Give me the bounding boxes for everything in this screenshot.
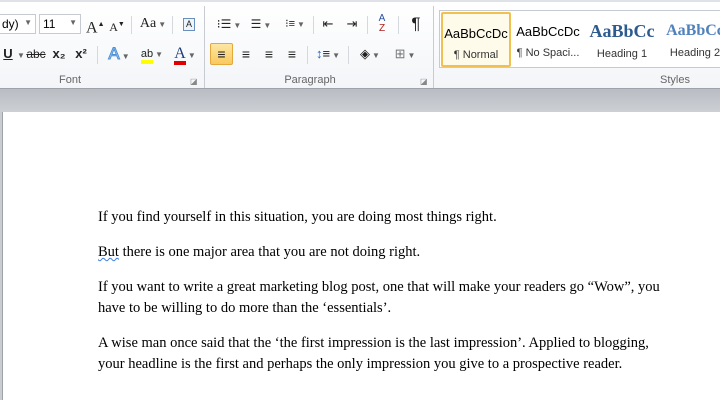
style-no-spacing[interactable]: AaBbCcDc ¶ No Spaci...: [513, 12, 583, 67]
underline-dropdown[interactable]: ▼: [15, 44, 25, 66]
ribbon: dy) ▼ 11 ▼ A▲ A▼ Aa ▼ A U ▼ abc x₂ x² A ▼ ab…: [0, 0, 720, 89]
style-heading-1[interactable]: AaBbCc Heading 1: [587, 12, 657, 67]
eraser-icon: A: [182, 18, 195, 31]
increase-indent-button[interactable]: ⇥: [342, 14, 362, 36]
ruler-gap: [0, 89, 720, 112]
bullet-list-icon: ⁝☰: [216, 17, 232, 31]
paragraph-text: there is one major area that you are not…: [122, 244, 421, 260]
decrease-indent-button[interactable]: ⇤: [318, 14, 338, 36]
paragraph-line: have to be willing to do more than the ‘…: [98, 300, 392, 316]
justify-icon: ≡: [287, 46, 297, 62]
paint-bucket-icon: ◈: [360, 46, 371, 61]
shading-button[interactable]: ◈ ▼: [355, 44, 385, 66]
font-name-value: dy): [2, 17, 19, 31]
increase-indent-icon: ⇥: [346, 16, 358, 31]
paragraph: If you find yourself in this situation, …: [98, 209, 497, 225]
highlighter-icon: ab: [140, 48, 154, 64]
highlight-button[interactable]: ab ▼: [136, 44, 168, 66]
text-effects-button[interactable]: A ▼: [104, 44, 134, 66]
decrease-indent-icon: ⇤: [322, 16, 334, 31]
multilevel-list-icon: ⁝≡: [285, 18, 295, 30]
chevron-down-icon: ▼: [24, 18, 32, 27]
spelling-flag[interactable]: But: [98, 244, 119, 260]
style-name: ¶ Normal: [453, 49, 499, 61]
line-spacing-button[interactable]: ↕≡ ▼: [314, 44, 342, 66]
numbering-button[interactable]: ☰ ▼: [246, 14, 276, 36]
font-size-combo[interactable]: 11 ▼: [39, 14, 81, 34]
superscript-button[interactable]: x²: [73, 44, 89, 66]
sort-button[interactable]: AZ: [372, 14, 392, 36]
borders-button[interactable]: ⊞ ▼: [390, 44, 420, 66]
paragraph-line: your headline is the first and perhaps t…: [98, 356, 623, 372]
paragraph-group-label: Paragraph: [284, 74, 336, 86]
style-name: Heading 1: [596, 48, 648, 60]
align-left-button[interactable]: ≡: [210, 43, 233, 65]
style-name: ¶ No Spaci...: [516, 47, 580, 59]
change-case-icon: Aa: [139, 16, 157, 31]
subscript-button[interactable]: x₂: [51, 44, 67, 66]
font-group-label: Font: [58, 74, 81, 86]
subscript-icon: x₂: [52, 46, 66, 61]
grow-font-icon: A: [86, 19, 98, 37]
change-case-button[interactable]: Aa ▼: [139, 14, 167, 36]
style-name: Heading 2: [669, 47, 720, 59]
show-formatting-button[interactable]: ¶: [406, 14, 426, 36]
strikethrough-button[interactable]: abc: [25, 44, 47, 66]
style-normal[interactable]: AaBbCcDc ¶ Normal: [441, 12, 511, 67]
align-right-icon: ≡: [264, 46, 274, 62]
paragraph-line: If you want to write a great marketing b…: [98, 279, 660, 295]
style-heading-2[interactable]: AaBbCc Heading 2: [660, 12, 720, 67]
multilevel-list-button[interactable]: ⁝≡ ▼: [280, 14, 310, 36]
paragraph: But there is one major area that you are…: [98, 242, 720, 263]
bullets-button[interactable]: ⁝☰ ▼: [214, 14, 244, 36]
style-preview: AaBbCcDc: [444, 26, 508, 41]
line-spacing-icon: ↕: [315, 46, 323, 61]
font-name-combo[interactable]: dy) ▼: [0, 14, 36, 34]
underline-icon: U: [3, 46, 13, 61]
superscript-icon: x²: [75, 46, 87, 61]
clear-formatting-button[interactable]: A: [178, 14, 200, 36]
chevron-down-icon: ▼: [69, 18, 77, 27]
grow-font-button[interactable]: A▲: [86, 14, 105, 37]
align-center-icon: ≡: [241, 46, 251, 62]
strikethrough-icon: abc: [26, 47, 46, 61]
styles-group-label: Styles: [660, 74, 690, 86]
style-preview: AaBbCc: [666, 22, 720, 39]
shrink-font-icon: A: [109, 20, 118, 34]
sort-az-icon: AZ: [378, 13, 386, 34]
align-right-button[interactable]: ≡: [259, 44, 279, 66]
align-center-button[interactable]: ≡: [236, 44, 256, 66]
font-dialog-launcher-icon[interactable]: ◪: [190, 77, 198, 86]
paragraph-line: A wise man once said that the ‘the first…: [98, 335, 649, 351]
style-preview: AaBbCcDc: [516, 24, 580, 39]
text-effects-icon: A: [108, 44, 120, 64]
paragraph-dialog-launcher-icon[interactable]: ◪: [420, 77, 428, 86]
shrink-font-button[interactable]: A▼: [108, 14, 126, 36]
align-left-icon: ≡: [217, 46, 226, 62]
document-page[interactable]: If you find yourself in this situation, …: [2, 112, 720, 400]
pilcrow-icon: ¶: [411, 14, 421, 33]
font-size-value: 11: [43, 17, 56, 31]
font-color-icon: A: [174, 46, 186, 65]
justify-button[interactable]: ≡: [282, 44, 302, 66]
numbered-list-icon: ☰: [250, 17, 262, 31]
font-color-button[interactable]: A ▼: [170, 44, 200, 66]
style-preview: AaBbCc: [589, 21, 655, 41]
borders-icon: ⊞: [394, 46, 406, 61]
